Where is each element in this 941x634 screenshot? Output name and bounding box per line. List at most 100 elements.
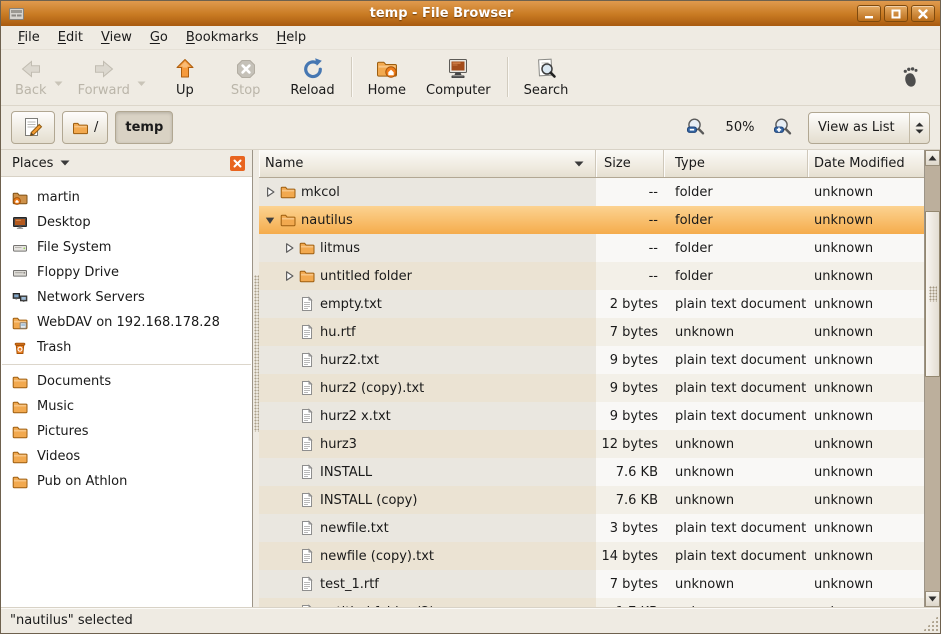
drive-icon <box>12 240 28 256</box>
column-header-name[interactable]: Name <box>259 150 596 177</box>
places-sidebar: Places martinDesktopFile SystemFloppy Dr… <box>1 150 253 607</box>
maximize-button[interactable] <box>884 5 908 22</box>
menu-file[interactable]: File <box>9 27 49 48</box>
menu-bookmarks[interactable]: Bookmarks <box>177 27 268 48</box>
close-button[interactable] <box>911 5 935 22</box>
computer-button[interactable]: Computer <box>416 54 501 100</box>
back-button: Back <box>5 54 57 100</box>
scroll-up-button[interactable] <box>925 150 940 166</box>
places-selector[interactable]: Places <box>8 154 74 173</box>
table-row[interactable]: empty.txt2 bytesplain text documentunkno… <box>259 290 924 318</box>
view-mode-selector[interactable]: View as List <box>808 112 930 144</box>
search-button[interactable]: Search <box>514 54 579 100</box>
table-row[interactable]: hurz312 bytesunknownunknown <box>259 430 924 458</box>
root-folder-button[interactable]: / <box>62 111 108 144</box>
list-header: Name Size Type Date Modified <box>259 150 924 178</box>
table-row[interactable]: nautilus--folderunknown <box>259 206 924 234</box>
file-icon <box>299 296 315 312</box>
expander-collapsed-icon[interactable] <box>263 186 277 198</box>
scroll-down-button[interactable] <box>925 591 940 607</box>
status-text: "nautilus" selected <box>10 613 133 628</box>
stop-icon <box>234 57 258 81</box>
home-button[interactable]: Home <box>358 54 416 100</box>
table-row[interactable]: newfile.txt3 bytesplain text documentunk… <box>259 514 924 542</box>
table-row[interactable]: hurz2 (copy).txt9 bytesplain text docume… <box>259 374 924 402</box>
folder-icon <box>12 449 28 465</box>
table-row[interactable]: test_1.rtf7 bytesunknownunknown <box>259 570 924 598</box>
column-header-date-modified[interactable]: Date Modified <box>808 150 924 177</box>
forward-history-dropdown <box>136 80 147 87</box>
table-row[interactable]: hu.rtf7 bytesunknownunknown <box>259 318 924 346</box>
forward-button: Forward <box>68 54 140 100</box>
column-header-size[interactable]: Size <box>596 150 664 177</box>
sidebar-item-documents[interactable]: Documents <box>1 369 252 394</box>
close-sidebar-button[interactable] <box>230 156 245 171</box>
reload-button[interactable]: Reload <box>280 54 344 100</box>
sidebar-item-desktop[interactable]: Desktop <box>1 210 252 235</box>
file-icon <box>299 380 315 396</box>
table-row[interactable]: INSTALL (copy)7.6 KBunknownunknown <box>259 486 924 514</box>
zoom-out-button[interactable] <box>683 117 710 138</box>
expander-collapsed-icon[interactable] <box>282 270 296 282</box>
sidebar-item-floppy-drive[interactable]: Floppy Drive <box>1 260 252 285</box>
table-row[interactable]: litmus--folderunknown <box>259 234 924 262</box>
forward-icon <box>92 57 116 81</box>
zoom-in-button[interactable] <box>770 117 797 138</box>
current-folder-button[interactable]: temp <box>115 111 173 144</box>
window-title: temp - File Browser <box>26 6 857 21</box>
pane-splitter[interactable] <box>253 150 259 607</box>
sidebar-item-martin[interactable]: martin <box>1 185 252 210</box>
sidebar-item-trash[interactable]: Trash <box>1 335 252 360</box>
close-icon <box>233 159 242 168</box>
sidebar-item-pictures[interactable]: Pictures <box>1 419 252 444</box>
minimize-icon <box>862 8 876 20</box>
expander-expanded-icon[interactable] <box>263 214 277 226</box>
sidebar-item-pub-on-athlon[interactable]: Pub on Athlon <box>1 469 252 494</box>
menu-go[interactable]: Go <box>141 27 177 48</box>
zoom-in-icon <box>773 117 794 138</box>
folder-icon <box>12 424 28 440</box>
file-icon <box>299 492 315 508</box>
expander-collapsed-icon[interactable] <box>282 242 296 254</box>
file-icon <box>299 324 315 340</box>
toolbar-separator <box>351 57 352 97</box>
file-icon <box>299 548 315 564</box>
main-area: Places martinDesktopFile SystemFloppy Dr… <box>1 150 940 607</box>
table-row[interactable]: hurz2 x.txt9 bytesplain text documentunk… <box>259 402 924 430</box>
network-icon <box>12 290 28 306</box>
menu-help[interactable]: Help <box>268 27 316 48</box>
column-header-type[interactable]: Type <box>664 150 808 177</box>
menu-view[interactable]: View <box>92 27 141 48</box>
file-list: mkcol--folderunknownnautilus--folderunkn… <box>259 178 924 607</box>
vertical-scrollbar[interactable] <box>924 150 940 607</box>
scrollbar-thumb[interactable] <box>925 211 940 377</box>
table-row[interactable]: newfile (copy).txt14 bytesplain text doc… <box>259 542 924 570</box>
table-row[interactable]: untitled folder (2)1.7 KBunknownunknown <box>259 598 924 607</box>
computer-icon <box>446 57 470 81</box>
table-row[interactable]: INSTALL7.6 KBunknownunknown <box>259 458 924 486</box>
gnome-foot-throbber-icon <box>896 64 922 90</box>
table-row[interactable]: hurz2.txt9 bytesplain text documentunkno… <box>259 346 924 374</box>
up-button[interactable]: Up <box>163 54 207 100</box>
sidebar-item-network-servers[interactable]: Network Servers <box>1 285 252 310</box>
file-icon <box>299 576 315 592</box>
file-icon <box>299 352 315 368</box>
edit-location-button[interactable] <box>11 111 55 144</box>
root-label: / <box>94 120 98 135</box>
table-row[interactable]: mkcol--folderunknown <box>259 178 924 206</box>
titlebar: temp - File Browser <box>1 1 940 26</box>
sidebar-item-file-system[interactable]: File System <box>1 235 252 260</box>
arrow-down-icon <box>928 596 937 602</box>
minimize-button[interactable] <box>857 5 881 22</box>
home-icon <box>375 57 399 81</box>
menu-edit[interactable]: Edit <box>49 27 92 48</box>
back-history-dropdown <box>53 80 64 87</box>
resize-grip[interactable] <box>923 616 938 631</box>
table-row[interactable]: untitled folder--folderunknown <box>259 262 924 290</box>
location-bar: / temp 50% View as List <box>1 106 940 150</box>
sidebar-separator <box>2 364 251 365</box>
sidebar-item-music[interactable]: Music <box>1 394 252 419</box>
sidebar-item-videos[interactable]: Videos <box>1 444 252 469</box>
sidebar-item-webdav-on-192-168-178-28[interactable]: WebDAV on 192.168.178.28 <box>1 310 252 335</box>
view-mode-label: View as List <box>809 120 909 135</box>
